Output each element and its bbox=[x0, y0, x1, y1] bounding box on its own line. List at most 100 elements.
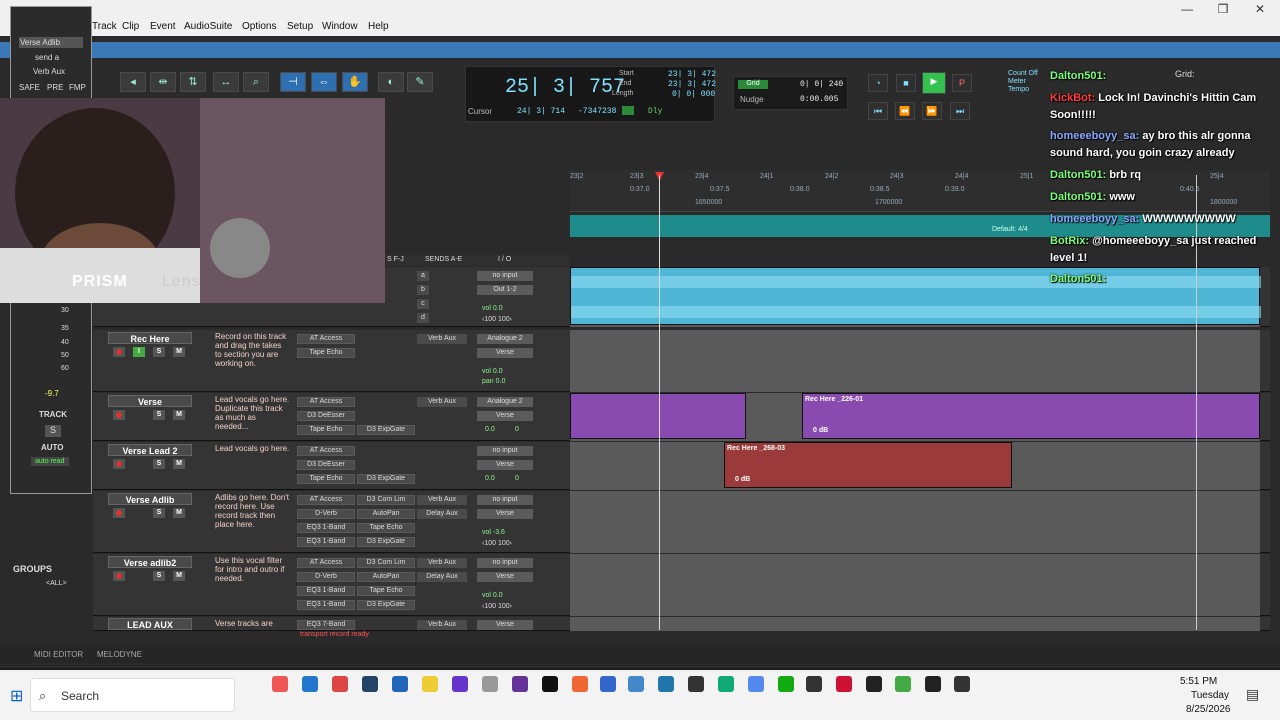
send-slot[interactable]: a bbox=[417, 271, 429, 281]
solo-button[interactable]: S bbox=[153, 508, 165, 518]
output-selector[interactable]: Verse bbox=[477, 572, 533, 582]
menu-setup[interactable]: Setup bbox=[287, 21, 313, 32]
app-icon[interactable] bbox=[628, 676, 644, 692]
discord-icon[interactable] bbox=[748, 676, 764, 692]
zoom-fit-icon[interactable]: ↔ bbox=[213, 72, 239, 92]
record-arm-button[interactable] bbox=[113, 508, 125, 518]
midi-editor-tab[interactable]: MIDI EDITOR bbox=[34, 650, 83, 659]
insert-slot[interactable]: Tape Echo bbox=[297, 348, 355, 358]
insert-slot[interactable]: D-Verb bbox=[297, 572, 355, 582]
track-name[interactable]: LEAD AUX bbox=[108, 618, 192, 630]
pan-value[interactable]: 0 bbox=[515, 426, 519, 433]
insert-slot[interactable]: D3 DeEsser bbox=[297, 411, 355, 421]
pan-value[interactable]: ‹100 100› bbox=[482, 316, 512, 323]
send-slot[interactable]: Delay Aux bbox=[417, 509, 467, 519]
insert-slot[interactable]: D3 Com Lim bbox=[357, 558, 415, 568]
scrubber-tool-icon[interactable]: ◐ bbox=[378, 72, 404, 92]
audio-clip[interactable]: Rec Here _268-03 0 dB bbox=[724, 442, 1012, 488]
output-selector[interactable]: Verse bbox=[477, 509, 533, 519]
pan-value[interactable]: pan 0.0 bbox=[482, 378, 505, 385]
maximize-button[interactable]: ❐ bbox=[1208, 2, 1238, 16]
pencil-tool-icon[interactable]: ✎ bbox=[407, 72, 433, 92]
track-timeline[interactable] bbox=[570, 491, 1260, 553]
play-icon[interactable]: ▶ bbox=[922, 72, 946, 94]
input-selector[interactable]: no input bbox=[477, 558, 533, 568]
send-slot[interactable]: Verb Aux bbox=[417, 334, 467, 344]
volume-value[interactable]: vol 0.0 bbox=[482, 368, 503, 375]
insert-slot[interactable]: AT Access bbox=[297, 495, 355, 505]
track-timeline[interactable] bbox=[570, 554, 1260, 616]
send-slot[interactable]: d bbox=[417, 313, 429, 323]
insert-slot[interactable]: D-Verb bbox=[297, 509, 355, 519]
app-icon[interactable] bbox=[332, 676, 348, 692]
automation-mode[interactable]: auto read bbox=[31, 457, 69, 466]
melodyne-tab[interactable]: MELODYNE bbox=[97, 650, 142, 659]
fast-forward-icon[interactable]: ⏩ bbox=[922, 102, 942, 120]
insert-slot[interactable]: Tape Echo bbox=[357, 523, 415, 533]
app-icon[interactable] bbox=[302, 676, 318, 692]
end-icon[interactable]: ⏭ bbox=[950, 102, 970, 120]
output-selector[interactable]: Verse bbox=[477, 460, 533, 470]
app-icon[interactable] bbox=[600, 676, 616, 692]
mute-button[interactable]: M bbox=[173, 347, 185, 357]
app-icon[interactable] bbox=[658, 676, 674, 692]
insert-slot[interactable]: EQ3 7-Band bbox=[297, 620, 355, 630]
send-slot[interactable]: Delay Aux bbox=[417, 572, 467, 582]
track-comment[interactable]: Use this vocal filter for intro and outr… bbox=[215, 556, 290, 583]
input-selector[interactable]: no input bbox=[477, 495, 533, 505]
menu-audiosuite[interactable]: AudioSuite bbox=[184, 21, 232, 32]
group-all[interactable]: <ALL> bbox=[46, 580, 67, 587]
menu-clip[interactable]: Clip bbox=[122, 21, 139, 32]
spot-icon[interactable]: ⇅ bbox=[180, 72, 206, 92]
record-icon[interactable]: P bbox=[952, 74, 972, 92]
insert-slot[interactable]: AT Access bbox=[297, 334, 355, 344]
insert-slot[interactable]: D3 ExpGate bbox=[357, 600, 415, 610]
notifications-icon[interactable]: ▤ bbox=[1246, 686, 1259, 703]
solo-button[interactable]: S bbox=[153, 459, 165, 469]
menu-event[interactable]: Event bbox=[150, 21, 176, 32]
insert-slot[interactable]: AutoPan bbox=[357, 572, 415, 582]
insert-slot[interactable]: EQ3 1-Band bbox=[297, 537, 355, 547]
chrome-icon[interactable] bbox=[895, 676, 911, 692]
insert-slot[interactable]: Tape Echo bbox=[297, 474, 355, 484]
app-icon[interactable] bbox=[572, 676, 588, 692]
menu-options[interactable]: Options bbox=[242, 21, 276, 32]
taskbar-search[interactable]: ⌕ Search bbox=[30, 678, 235, 712]
app-icon[interactable] bbox=[512, 676, 528, 692]
volume-value[interactable]: 0.0 bbox=[485, 426, 495, 433]
menu-window[interactable]: Window bbox=[322, 21, 358, 32]
pro-tools-icon[interactable] bbox=[954, 676, 970, 692]
track-comment[interactable]: Verse tracks are bbox=[215, 619, 290, 628]
track-comment[interactable]: Adlibs go here. Don't record here. Use r… bbox=[215, 493, 290, 529]
pre-button[interactable]: PRE bbox=[47, 83, 63, 92]
app-icon[interactable] bbox=[362, 676, 378, 692]
volume-value[interactable]: vol 0.0 bbox=[482, 592, 503, 599]
track-comment[interactable]: Lead vocals go here. bbox=[215, 444, 290, 453]
solo-button[interactable]: S bbox=[153, 347, 165, 357]
input-selector[interactable]: Analogue 2 bbox=[477, 334, 533, 344]
app-icon[interactable] bbox=[482, 676, 498, 692]
send-slot[interactable]: b bbox=[417, 285, 429, 295]
pan-value[interactable]: 0 bbox=[515, 475, 519, 482]
input-selector[interactable]: no input bbox=[477, 446, 533, 456]
steam-icon[interactable] bbox=[688, 676, 704, 692]
output-track-name[interactable]: Verse Adlib bbox=[19, 37, 83, 48]
insert-slot[interactable]: D3 ExpGate bbox=[357, 425, 415, 435]
track-name[interactable]: Verse Lead 2 bbox=[108, 444, 192, 456]
nav-left-icon[interactable]: ◂ bbox=[120, 72, 146, 92]
count-off-panel[interactable]: Count Off Meter Tempo bbox=[1008, 70, 1038, 94]
solo-button[interactable]: S bbox=[45, 425, 61, 437]
input-selector[interactable]: Analogue 2 bbox=[477, 397, 533, 407]
fmp-button[interactable]: FMP bbox=[69, 83, 86, 92]
xbox-icon[interactable] bbox=[778, 676, 794, 692]
insert-slot[interactable]: EQ3 1-Band bbox=[297, 600, 355, 610]
output-selector[interactable]: Verse bbox=[477, 348, 533, 358]
track-comment[interactable]: Record on this track and drag the takes … bbox=[215, 332, 290, 368]
clip-gain[interactable]: 0 dB bbox=[735, 476, 750, 483]
delay-comp-label[interactable]: Dly bbox=[648, 107, 662, 116]
output-selector[interactable]: Verse bbox=[477, 620, 533, 630]
folder-icon[interactable] bbox=[422, 676, 438, 692]
app-icon[interactable] bbox=[718, 676, 734, 692]
track-name[interactable]: Verse Adlib bbox=[108, 493, 192, 505]
insert-slot[interactable]: EQ3 1-Band bbox=[297, 523, 355, 533]
